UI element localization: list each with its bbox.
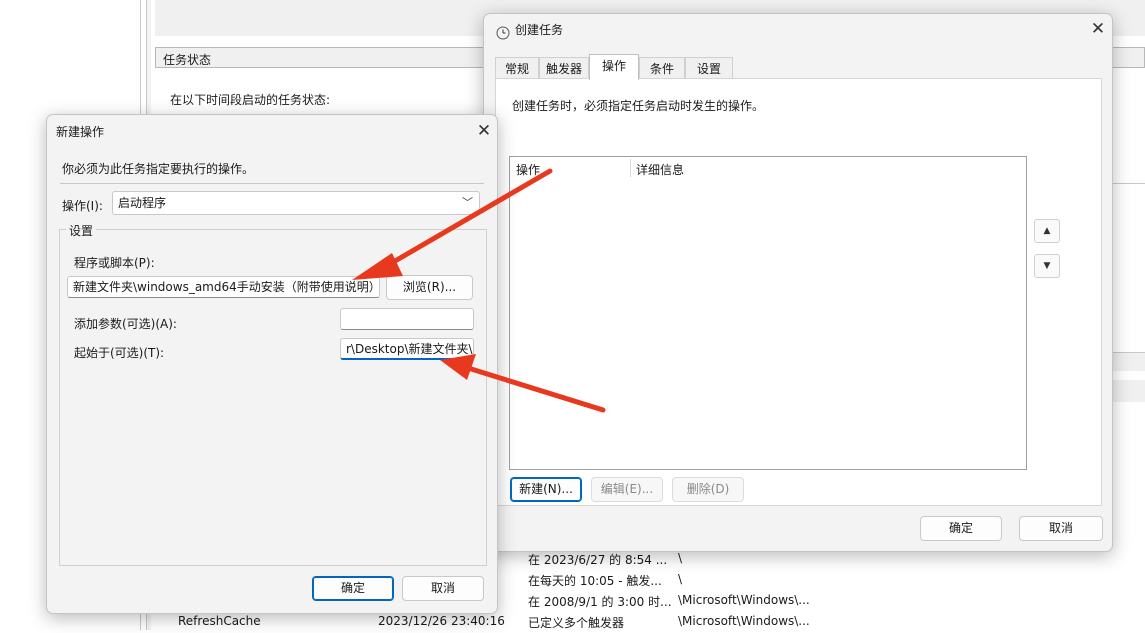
divider xyxy=(1113,183,1145,184)
close-icon[interactable]: ✕ xyxy=(472,119,496,143)
column-divider[interactable] xyxy=(630,159,631,177)
args-label: 添加参数(可选)(A): xyxy=(74,317,177,331)
start-in-label: 起始于(可选)(T): xyxy=(74,346,165,360)
tab-triggers[interactable]: 触发器 xyxy=(539,57,589,79)
path-cell: \Microsoft\Windows\... xyxy=(678,614,810,628)
cancel-button[interactable]: 取消 xyxy=(402,576,484,601)
trigger-cell: 在每天的 10:05 - 触发... xyxy=(528,574,662,588)
tab-conditions[interactable]: 条件 xyxy=(639,57,685,79)
delete-action-button[interactable]: 删除(D) xyxy=(672,477,744,502)
program-input[interactable]: 新建文件夹\windows_amd64手动安装（附带使用说明） xyxy=(67,276,380,298)
action-select-value: 启动程序 xyxy=(118,196,167,210)
task-status-text: 在以下时间段启动的任务状态: xyxy=(170,93,331,107)
edit-action-button[interactable]: 编辑(E)... xyxy=(591,477,663,502)
column-header-details[interactable]: 详细信息 xyxy=(636,161,684,178)
ok-button[interactable]: 确定 xyxy=(312,576,394,601)
tab-actions[interactable]: 操作 xyxy=(589,54,639,80)
move-up-button[interactable]: ▲ xyxy=(1034,219,1060,243)
task-status-header-label: 任务状态 xyxy=(163,53,212,67)
divider xyxy=(60,183,484,184)
dialog-title: 创建任务 xyxy=(515,23,564,37)
instruction-text: 你必须为此任务指定要执行的操作。 xyxy=(62,162,255,176)
arrow-up-icon: ▲ xyxy=(1043,226,1051,236)
new-action-dialog: 新建操作 ✕ 你必须为此任务指定要执行的操作。 操作(I): 启动程序 ﹀ 设置… xyxy=(46,114,498,614)
name-cell: RefreshCache xyxy=(178,614,261,628)
settings-group-label: 设置 xyxy=(66,222,97,239)
path-cell: \ xyxy=(678,551,683,565)
path-cell: \ xyxy=(678,572,683,586)
trigger-cell: 已定义多个触发器 xyxy=(528,616,625,630)
trigger-cell: 在 2023/6/27 的 8:54 ... xyxy=(528,553,668,567)
ok-button[interactable]: 确定 xyxy=(920,516,1002,541)
chevron-down-icon: ﹀ xyxy=(462,196,473,209)
move-down-button[interactable]: ▼ xyxy=(1034,254,1060,278)
right-band xyxy=(1113,352,1145,371)
new-action-button[interactable]: 新建(N)... xyxy=(510,477,582,502)
action-select[interactable]: 启动程序 ﹀ xyxy=(112,191,480,215)
right-band xyxy=(1113,380,1145,402)
tab-general[interactable]: 常规 xyxy=(495,57,539,79)
tab-settings[interactable]: 设置 xyxy=(685,57,733,79)
column-header-action[interactable]: 操作 xyxy=(516,161,540,178)
path-cell: \Microsoft\Windows\... xyxy=(678,593,810,607)
actions-description: 创建任务时，必须指定任务启动时发生的操作。 xyxy=(512,99,765,113)
program-label: 程序或脚本(P): xyxy=(74,256,155,270)
create-task-dialog: 创建任务 ✕ 常规 触发器 操作 条件 设置 创建任务时，必须指定任务启动时发生… xyxy=(483,13,1113,552)
actions-list[interactable]: 操作 详细信息 xyxy=(509,156,1027,470)
actions-panel: 创建任务时，必须指定任务启动时发生的操作。 操作 详细信息 ▲ ▼ 新建(N).… xyxy=(495,78,1102,506)
args-input[interactable] xyxy=(340,308,474,330)
close-icon[interactable]: ✕ xyxy=(1086,17,1110,41)
action-label: 操作(I): xyxy=(62,199,103,213)
time-cell: 2023/12/26 23:40:16 xyxy=(378,614,505,628)
cancel-button[interactable]: 取消 xyxy=(1019,516,1103,541)
dialog-title: 新建操作 xyxy=(56,125,105,139)
trigger-cell: 在 2008/9/1 的 3:00 时... xyxy=(528,595,672,609)
arrow-down-icon: ▼ xyxy=(1043,261,1051,271)
browse-button[interactable]: 浏览(R)... xyxy=(386,275,473,300)
clock-icon xyxy=(496,26,510,40)
start-in-input[interactable]: r\Desktop\新建文件夹\ xyxy=(340,338,474,360)
